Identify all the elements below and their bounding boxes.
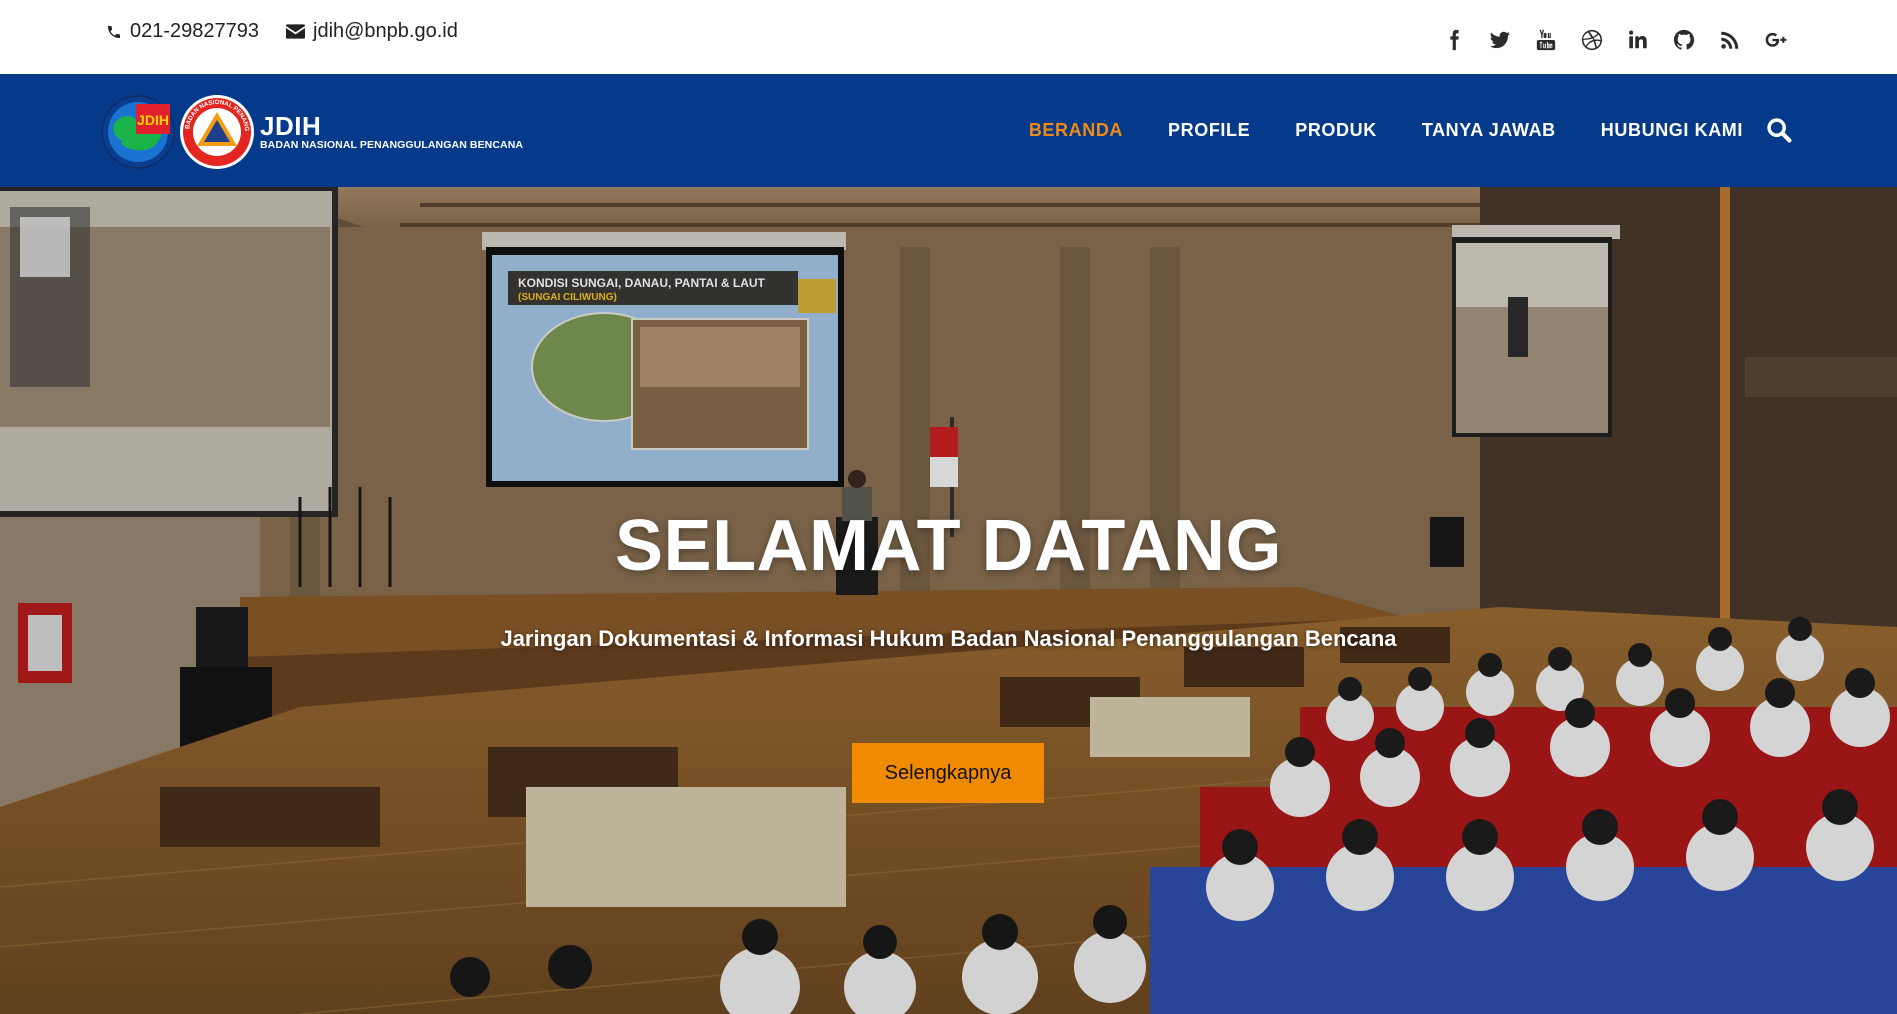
nav-item-profile[interactable]: PROFILE: [1168, 120, 1250, 141]
twitter-icon[interactable]: [1477, 26, 1523, 54]
nav-item-beranda[interactable]: BERANDA: [1029, 120, 1123, 141]
youtube-icon[interactable]: [1523, 26, 1569, 54]
phone-icon: [108, 25, 120, 38]
main-menu: BERANDA PROFILE PRODUK TANYA JAWAB HUBUN…: [984, 74, 1743, 187]
linkedin-icon[interactable]: [1615, 26, 1661, 54]
dribbble-icon[interactable]: [1569, 26, 1615, 54]
nav-item-tanya-jawab[interactable]: TANYA JAWAB: [1422, 120, 1556, 141]
phone-number: 021-29827793: [130, 20, 260, 42]
logo-text: JDIH BADAN NASIONAL PENANGGULANGAN BENCA…: [260, 113, 523, 151]
main-navbar: JDIH BADAN NASIONAL PENANGGULANGAN BENCA…: [0, 74, 1897, 187]
jdih-emblem-icon: JDIH: [101, 95, 175, 169]
google-plus-icon[interactable]: [1753, 26, 1799, 54]
selengkapnya-button[interactable]: Selengkapnya: [852, 743, 1044, 803]
rss-icon[interactable]: [1707, 26, 1753, 54]
site-logo[interactable]: JDIH BADAN NASIONAL PENANGGULANGAN BENCA…: [100, 94, 523, 170]
hero-banner: KONDISI SUNGAI, DANAU, PANTAI & LAUT (SU…: [0, 187, 1897, 1014]
envelope-icon: [286, 24, 305, 39]
hero-subtitle: Jaringan Dokumentasi & Informasi Hukum B…: [500, 626, 1397, 651]
logo-title: JDIH: [260, 111, 322, 141]
svg-text:JDIH: JDIH: [137, 112, 169, 128]
logo-subtitle: BADAN NASIONAL PENANGGULANGAN BENCANA: [260, 139, 524, 151]
hero-title: SELAMAT DATANG: [615, 506, 1282, 586]
search-icon[interactable]: [1765, 116, 1793, 144]
email-address[interactable]: jdih@bnpb.go.id: [313, 20, 458, 43]
hero-background-image: KONDISI SUNGAI, DANAU, PANTAI & LAUT (SU…: [0, 187, 1897, 1014]
email-contact[interactable]: jdih@bnpb.go.id: [286, 20, 458, 43]
social-links: [1431, 26, 1799, 54]
nav-item-produk[interactable]: PRODUK: [1295, 120, 1377, 141]
phone-contact: 021-29827793: [106, 20, 259, 43]
top-bar: 021-29827793 jdih@bnpb.go.id: [0, 0, 1897, 74]
nav-item-hubungi-kami[interactable]: HUBUNGI KAMI: [1601, 120, 1743, 141]
facebook-icon[interactable]: [1431, 26, 1477, 54]
bnpb-seal-icon: BADAN NASIONAL PENANGGULANGAN BENCANA: [179, 94, 254, 169]
github-icon[interactable]: [1661, 26, 1707, 54]
